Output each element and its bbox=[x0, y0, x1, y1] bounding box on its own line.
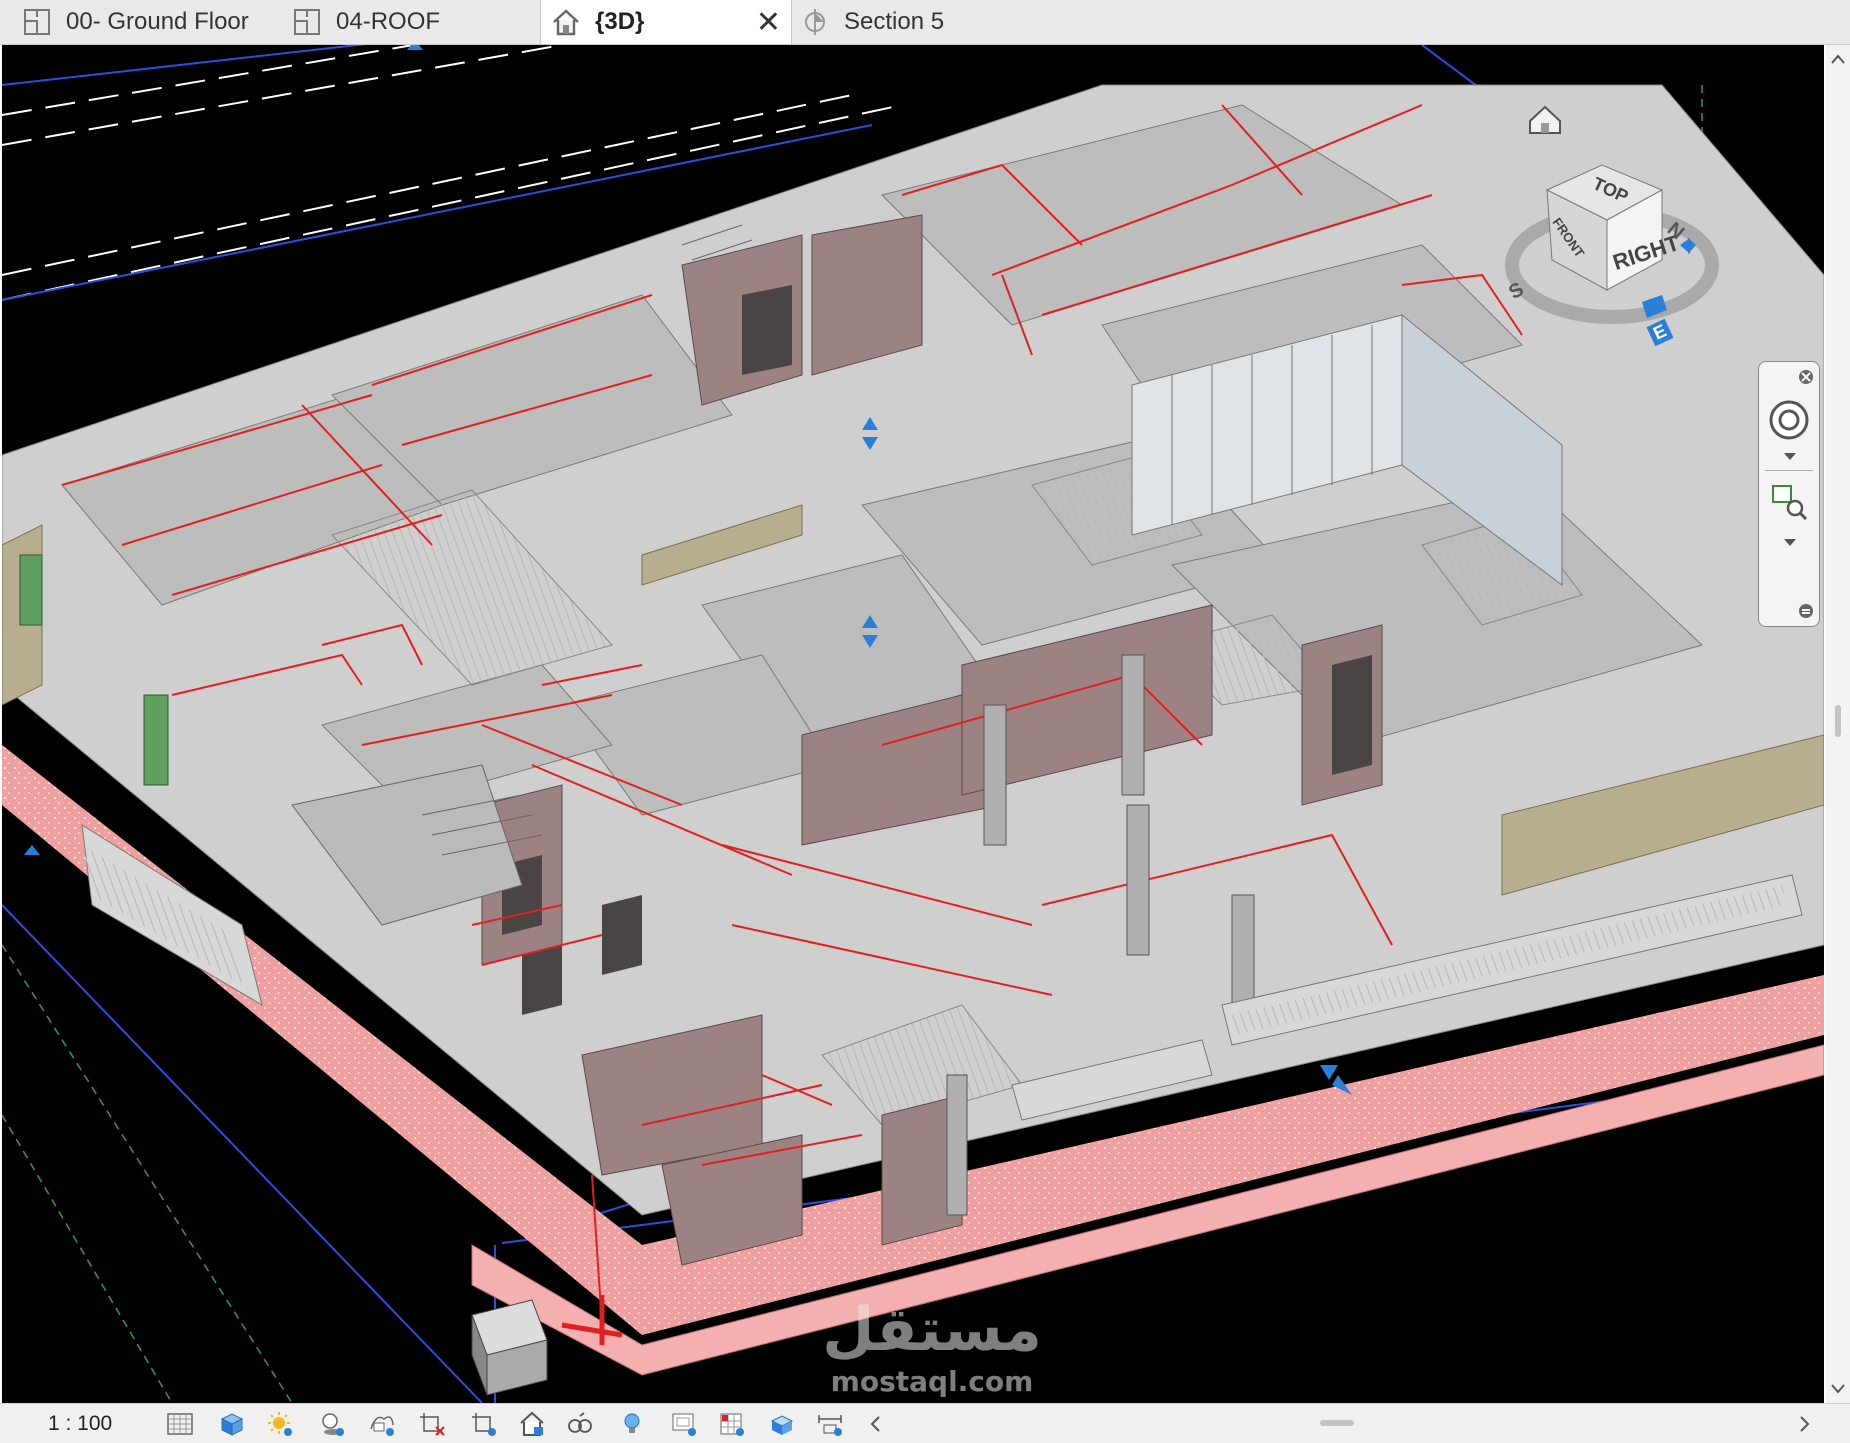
temporary-hide-icon[interactable] bbox=[566, 1411, 594, 1437]
scroll-right-icon[interactable] bbox=[1790, 1411, 1818, 1437]
vertical-scrollbar[interactable] bbox=[1826, 45, 1850, 1403]
equipment-box bbox=[471, 1299, 548, 1396]
unlocked-3d-view-icon[interactable] bbox=[518, 1411, 546, 1437]
reveal-hidden-icon[interactable] bbox=[618, 1411, 646, 1437]
tab-roof[interactable]: 04-ROOF bbox=[268, 0, 540, 44]
crop-view-icon[interactable] bbox=[418, 1411, 446, 1437]
scroll-up-icon[interactable] bbox=[1826, 49, 1850, 69]
tab-label: Section 5 bbox=[844, 8, 945, 35]
tab-label: 04-ROOF bbox=[336, 8, 441, 35]
3d-viewport[interactable]: TOP FRONT RIGHT N S E مستقل mostaql.com bbox=[2, 45, 1824, 1403]
close-tab-icon[interactable]: ✕ bbox=[756, 5, 781, 40]
detail-level-icon[interactable] bbox=[166, 1411, 194, 1437]
view-control-bar: 1 : 100 bbox=[0, 1403, 1850, 1443]
watermark-latin: mostaql.com bbox=[830, 1365, 1034, 1398]
dropdown-arrow-icon[interactable] bbox=[1783, 452, 1797, 462]
tab-3d[interactable]: {3D} ✕ bbox=[540, 0, 792, 44]
section-icon bbox=[805, 9, 825, 35]
visual-style-icon[interactable] bbox=[218, 1411, 246, 1437]
view-scale[interactable]: 1 : 100 bbox=[48, 1412, 112, 1436]
horizontal-scroll-thumb[interactable] bbox=[1320, 1420, 1354, 1426]
horizontal-scrollbar[interactable] bbox=[880, 1412, 1810, 1434]
sun-path-icon[interactable] bbox=[266, 1411, 294, 1437]
watermark-arabic: مستقل bbox=[822, 1295, 1042, 1365]
watermark: مستقل mostaql.com bbox=[802, 1295, 1062, 1403]
steering-wheel-icon[interactable] bbox=[1767, 398, 1811, 442]
show-crop-region-icon[interactable] bbox=[470, 1411, 498, 1437]
tab-label: {3D} bbox=[595, 8, 645, 35]
view-tab-bar: 00- Ground Floor 04-ROOF {3D} ✕ Section … bbox=[0, 0, 1850, 45]
dropdown-arrow-icon[interactable] bbox=[1783, 538, 1797, 548]
shadows-icon[interactable] bbox=[318, 1411, 346, 1437]
floor-plan-icon bbox=[294, 9, 320, 35]
close-navbar-icon[interactable] bbox=[1797, 368, 1815, 386]
zoom-region-icon[interactable] bbox=[1769, 482, 1809, 522]
tab-ground-floor[interactable]: 00- Ground Floor bbox=[0, 0, 268, 44]
vertical-scroll-thumb[interactable] bbox=[1835, 705, 1841, 737]
navbar-options-icon[interactable] bbox=[1797, 602, 1815, 620]
floor-plan-icon bbox=[24, 9, 50, 35]
navigation-bar bbox=[1758, 361, 1820, 627]
temporary-view-properties-icon[interactable] bbox=[670, 1411, 698, 1437]
highlight-displacement-icon[interactable] bbox=[768, 1411, 796, 1437]
tab-section-5[interactable]: Section 5 bbox=[800, 0, 1100, 44]
render-icon[interactable] bbox=[368, 1411, 396, 1437]
tab-label: 00- Ground Floor bbox=[66, 8, 249, 35]
analysis-display-icon[interactable] bbox=[718, 1411, 746, 1437]
reveal-constraints-icon[interactable] bbox=[816, 1411, 844, 1437]
viewcube[interactable]: TOP FRONT RIGHT N S E bbox=[1492, 150, 1732, 350]
home-3d-icon bbox=[553, 9, 579, 36]
scroll-down-icon[interactable] bbox=[1826, 1379, 1850, 1399]
